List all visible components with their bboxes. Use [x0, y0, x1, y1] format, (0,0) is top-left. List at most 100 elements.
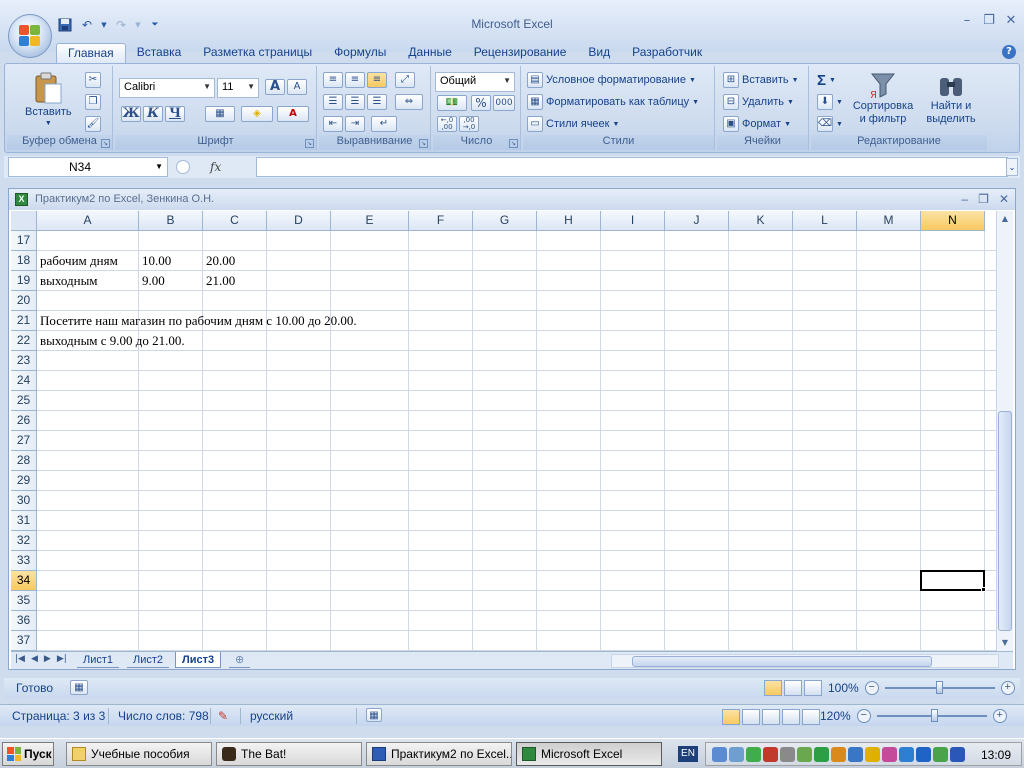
fill-button[interactable]: ⬇ ▼	[817, 94, 843, 110]
page-break-view-icon[interactable]	[804, 680, 822, 696]
column-header-d[interactable]: D	[267, 211, 331, 231]
row-header-32[interactable]: 32	[11, 531, 37, 551]
name-box[interactable]: N34 ▼	[8, 157, 168, 177]
font-color-icon[interactable]: A	[277, 106, 309, 122]
decrease-decimal-icon[interactable]: ,00 →,0	[459, 116, 479, 132]
minimize-icon[interactable]: –	[960, 14, 974, 28]
paste-button[interactable]: Вставить ▼	[25, 72, 72, 127]
zoom-out-icon[interactable]: −	[856, 709, 871, 723]
merge-center-icon[interactable]: ⇔	[395, 94, 423, 110]
horizontal-scroll-thumb[interactable]	[632, 656, 932, 667]
print-layout-icon[interactable]	[722, 709, 740, 725]
italic-button[interactable]: К	[143, 106, 163, 122]
row-header-24[interactable]: 24	[11, 371, 37, 391]
tab-formulas[interactable]: Формулы	[323, 43, 397, 63]
row-header-33[interactable]: 33	[11, 551, 37, 571]
insert-function-button[interactable]: fx	[210, 160, 221, 174]
cell-b18[interactable]: 10.00	[139, 251, 171, 271]
active-cell-cursor[interactable]	[920, 570, 985, 591]
excel-zoom-value[interactable]: 100%	[828, 681, 859, 695]
font-name-combo[interactable]: Calibri ▼	[119, 78, 215, 98]
borders-icon[interactable]: ▦	[205, 106, 235, 122]
cell-c18[interactable]: 20.00	[203, 251, 235, 271]
agent-icon[interactable]	[882, 746, 897, 762]
align-top-icon[interactable]: ≡	[323, 72, 343, 88]
fill-color-icon[interactable]: ◈	[241, 106, 273, 122]
align-right-icon[interactable]: ☰	[367, 94, 387, 110]
row-header-30[interactable]: 30	[11, 491, 37, 511]
bold-button[interactable]: Ж	[121, 106, 141, 122]
sheet-tab-2[interactable]: Лист2	[127, 652, 170, 668]
monitor-icon[interactable]	[780, 746, 795, 762]
insert-sheet-icon[interactable]: ⊕	[229, 652, 251, 668]
macro-icon[interactable]: ▦	[366, 708, 382, 722]
row-header-28[interactable]: 28	[11, 451, 37, 471]
word-zoom-slider[interactable]	[876, 709, 987, 722]
task-excel[interactable]: Microsoft Excel	[516, 742, 662, 766]
column-header-l[interactable]: L	[793, 211, 857, 231]
restore-icon[interactable]: ❐	[978, 192, 989, 206]
column-header-a[interactable]: A	[37, 211, 139, 231]
orientation-icon[interactable]: ⤢	[395, 72, 415, 88]
scroll-down-icon[interactable]: ▼	[997, 635, 1013, 651]
row-header-34[interactable]: 34	[11, 571, 37, 591]
font-size-combo[interactable]: 11 ▼	[217, 78, 259, 98]
page-layout-view-icon[interactable]	[784, 680, 802, 696]
copy-icon[interactable]: ❐	[85, 94, 101, 110]
cell-b19[interactable]: 9.00	[139, 271, 165, 291]
cell-c19[interactable]: 21.00	[203, 271, 235, 291]
language-status[interactable]: русский	[250, 709, 293, 723]
web-layout-icon[interactable]	[762, 709, 780, 725]
task-folder[interactable]: Учебные пособия	[66, 742, 212, 766]
row-header-27[interactable]: 27	[11, 431, 37, 451]
column-header-f[interactable]: F	[409, 211, 473, 231]
row-header-22[interactable]: 22	[11, 331, 37, 351]
network-icon[interactable]	[712, 746, 727, 762]
autosum-button[interactable]: Σ ▼	[817, 72, 836, 89]
page-count-status[interactable]: Страница: 3 из 3	[12, 709, 105, 723]
row-header-26[interactable]: 26	[11, 411, 37, 431]
clear-button[interactable]: ⌫ ▼	[817, 116, 843, 132]
sheet-tab-3[interactable]: Лист3	[175, 652, 222, 668]
formula-bar-splitter-icon[interactable]	[176, 160, 190, 174]
connection-icon[interactable]	[729, 746, 744, 762]
shrink-font-button[interactable]: A	[287, 79, 307, 95]
close-icon[interactable]: ✕	[999, 192, 1009, 206]
row-header-20[interactable]: 20	[11, 291, 37, 311]
column-header-n[interactable]: N	[921, 211, 985, 231]
align-left-icon[interactable]: ☰	[323, 94, 343, 110]
minimize-icon[interactable]: –	[961, 192, 968, 206]
update-icon[interactable]	[814, 746, 829, 762]
delete-cells-button[interactable]: ⊟ Удалить ▼	[723, 94, 794, 110]
zoom-slider-knob[interactable]	[931, 709, 939, 722]
first-sheet-icon[interactable]: |◀	[15, 654, 25, 664]
tab-insert[interactable]: Вставка	[126, 43, 193, 63]
horizontal-scrollbar[interactable]	[611, 654, 999, 668]
fill-handle[interactable]	[981, 587, 986, 592]
restore-icon[interactable]: ❐	[982, 14, 996, 28]
row-header-29[interactable]: 29	[11, 471, 37, 491]
close-icon[interactable]: ✕	[1004, 14, 1018, 28]
sync-icon[interactable]	[916, 746, 931, 762]
increase-decimal-icon[interactable]: ←,0,00	[437, 116, 457, 132]
draft-view-icon[interactable]	[802, 709, 820, 725]
tab-view[interactable]: Вид	[577, 43, 621, 63]
align-center-icon[interactable]: ☰	[345, 94, 365, 110]
tab-data[interactable]: Данные	[397, 43, 462, 63]
row-header-36[interactable]: 36	[11, 611, 37, 631]
align-bottom-icon[interactable]: ≡	[367, 72, 387, 88]
word-count-status[interactable]: Число слов: 798	[118, 709, 209, 723]
formula-input[interactable]	[256, 157, 1008, 177]
start-button[interactable]: Пуск	[2, 742, 54, 766]
format-painter-icon[interactable]: 🖌	[85, 116, 101, 132]
macro-record-icon[interactable]: ▦	[70, 680, 88, 695]
clipboard-launcher-icon[interactable]: ↘	[101, 139, 110, 148]
office-button[interactable]	[8, 14, 52, 58]
vertical-scrollbar[interactable]: ▲ ▼	[996, 211, 1013, 651]
alignment-launcher-icon[interactable]: ↘	[419, 139, 428, 148]
cell-styles-button[interactable]: ▭ Стили ячеек ▼	[527, 116, 619, 132]
task-thebat[interactable]: The Bat!	[216, 742, 362, 766]
column-header-k[interactable]: K	[729, 211, 793, 231]
column-header-c[interactable]: C	[203, 211, 267, 231]
scroll-up-icon[interactable]: ▲	[997, 211, 1013, 227]
